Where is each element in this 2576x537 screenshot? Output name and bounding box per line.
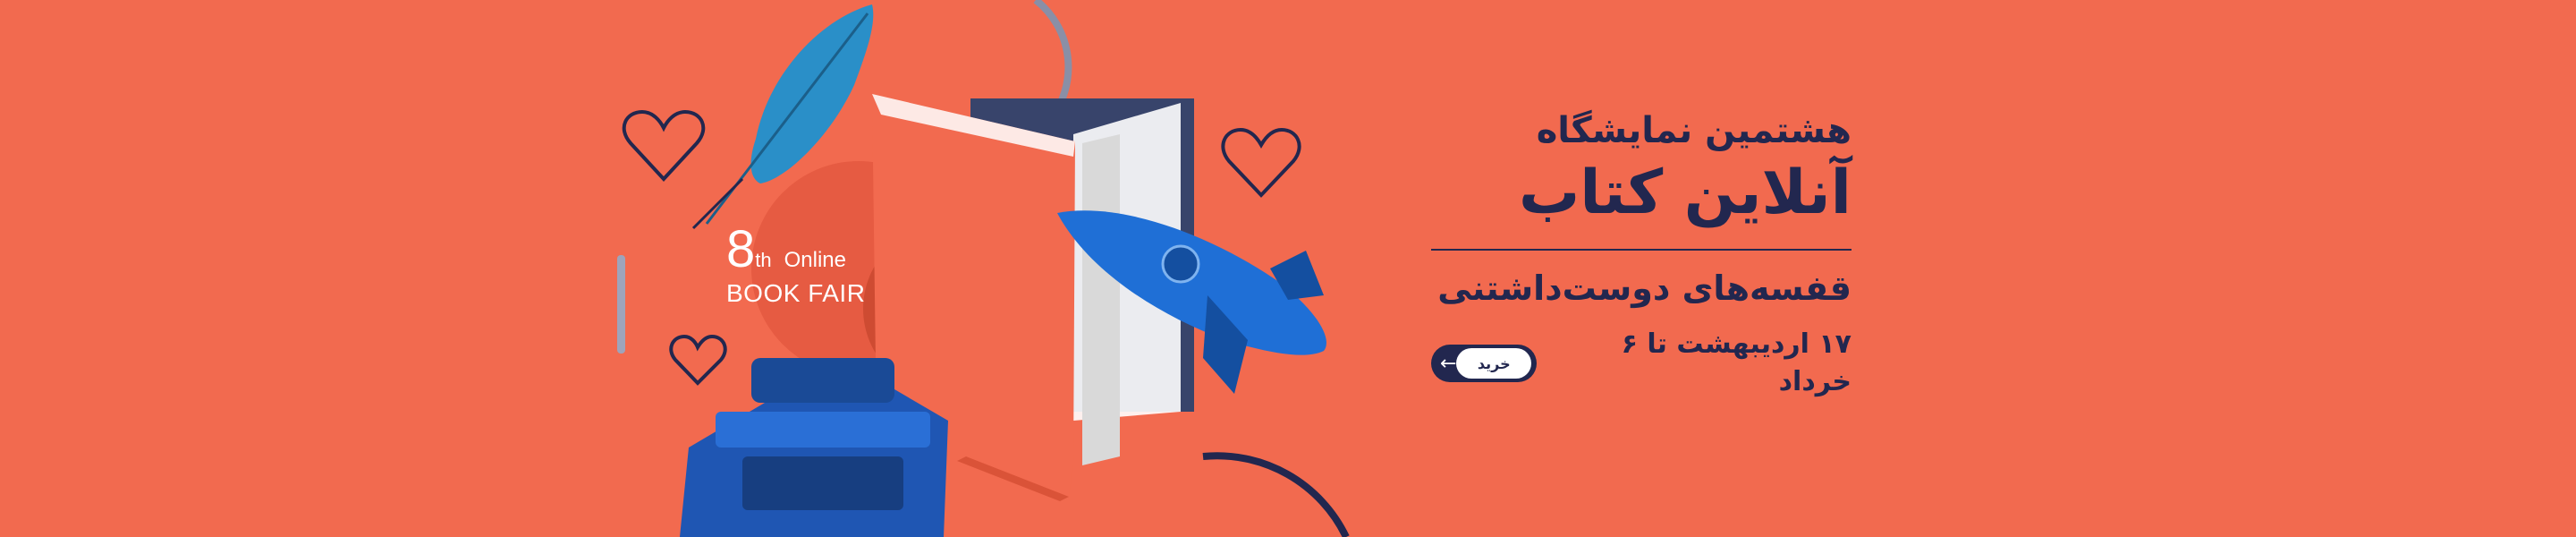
title-line1: هشتمین نمایشگاه bbox=[1536, 110, 1852, 151]
title-line2: آنلاین کتاب bbox=[1518, 158, 1852, 228]
book-fair-banner[interactable]: 8th Online BOOK FAIR هشتمین نمایشگاه آنلا… bbox=[0, 0, 2576, 537]
vertical-bar bbox=[617, 255, 625, 354]
illustration bbox=[617, 0, 1350, 537]
english-badge: 8th Online BOOK FAIR bbox=[726, 224, 865, 306]
badge-number: 8 bbox=[726, 220, 756, 278]
text-block: هشتمین نمایشگاه آنلاین کتاب قفسه‌های دوس… bbox=[1431, 107, 1852, 401]
divider bbox=[1431, 249, 1852, 251]
heart-icon bbox=[1221, 127, 1301, 198]
heart-icon bbox=[669, 334, 727, 386]
arrow-left-icon: ← bbox=[1440, 352, 1457, 375]
buy-button-label: خرید bbox=[1456, 348, 1531, 379]
badge-online: Online bbox=[784, 248, 846, 272]
arc-bottom bbox=[1202, 452, 1350, 537]
buy-button[interactable]: خرید ← bbox=[1431, 345, 1537, 382]
subtitle: قفسه‌های دوست‌داشتنی bbox=[1437, 268, 1852, 308]
heart-icon bbox=[622, 109, 706, 182]
badge-suffix: th bbox=[755, 249, 772, 271]
badge-subtitle: BOOK FAIR bbox=[726, 279, 866, 307]
date-row: ۱۷ اردیبهشت تا ۶ خرداد خرید ← bbox=[1431, 326, 1852, 401]
date-text: ۱۷ اردیبهشت تا ۶ خرداد bbox=[1621, 328, 1852, 397]
